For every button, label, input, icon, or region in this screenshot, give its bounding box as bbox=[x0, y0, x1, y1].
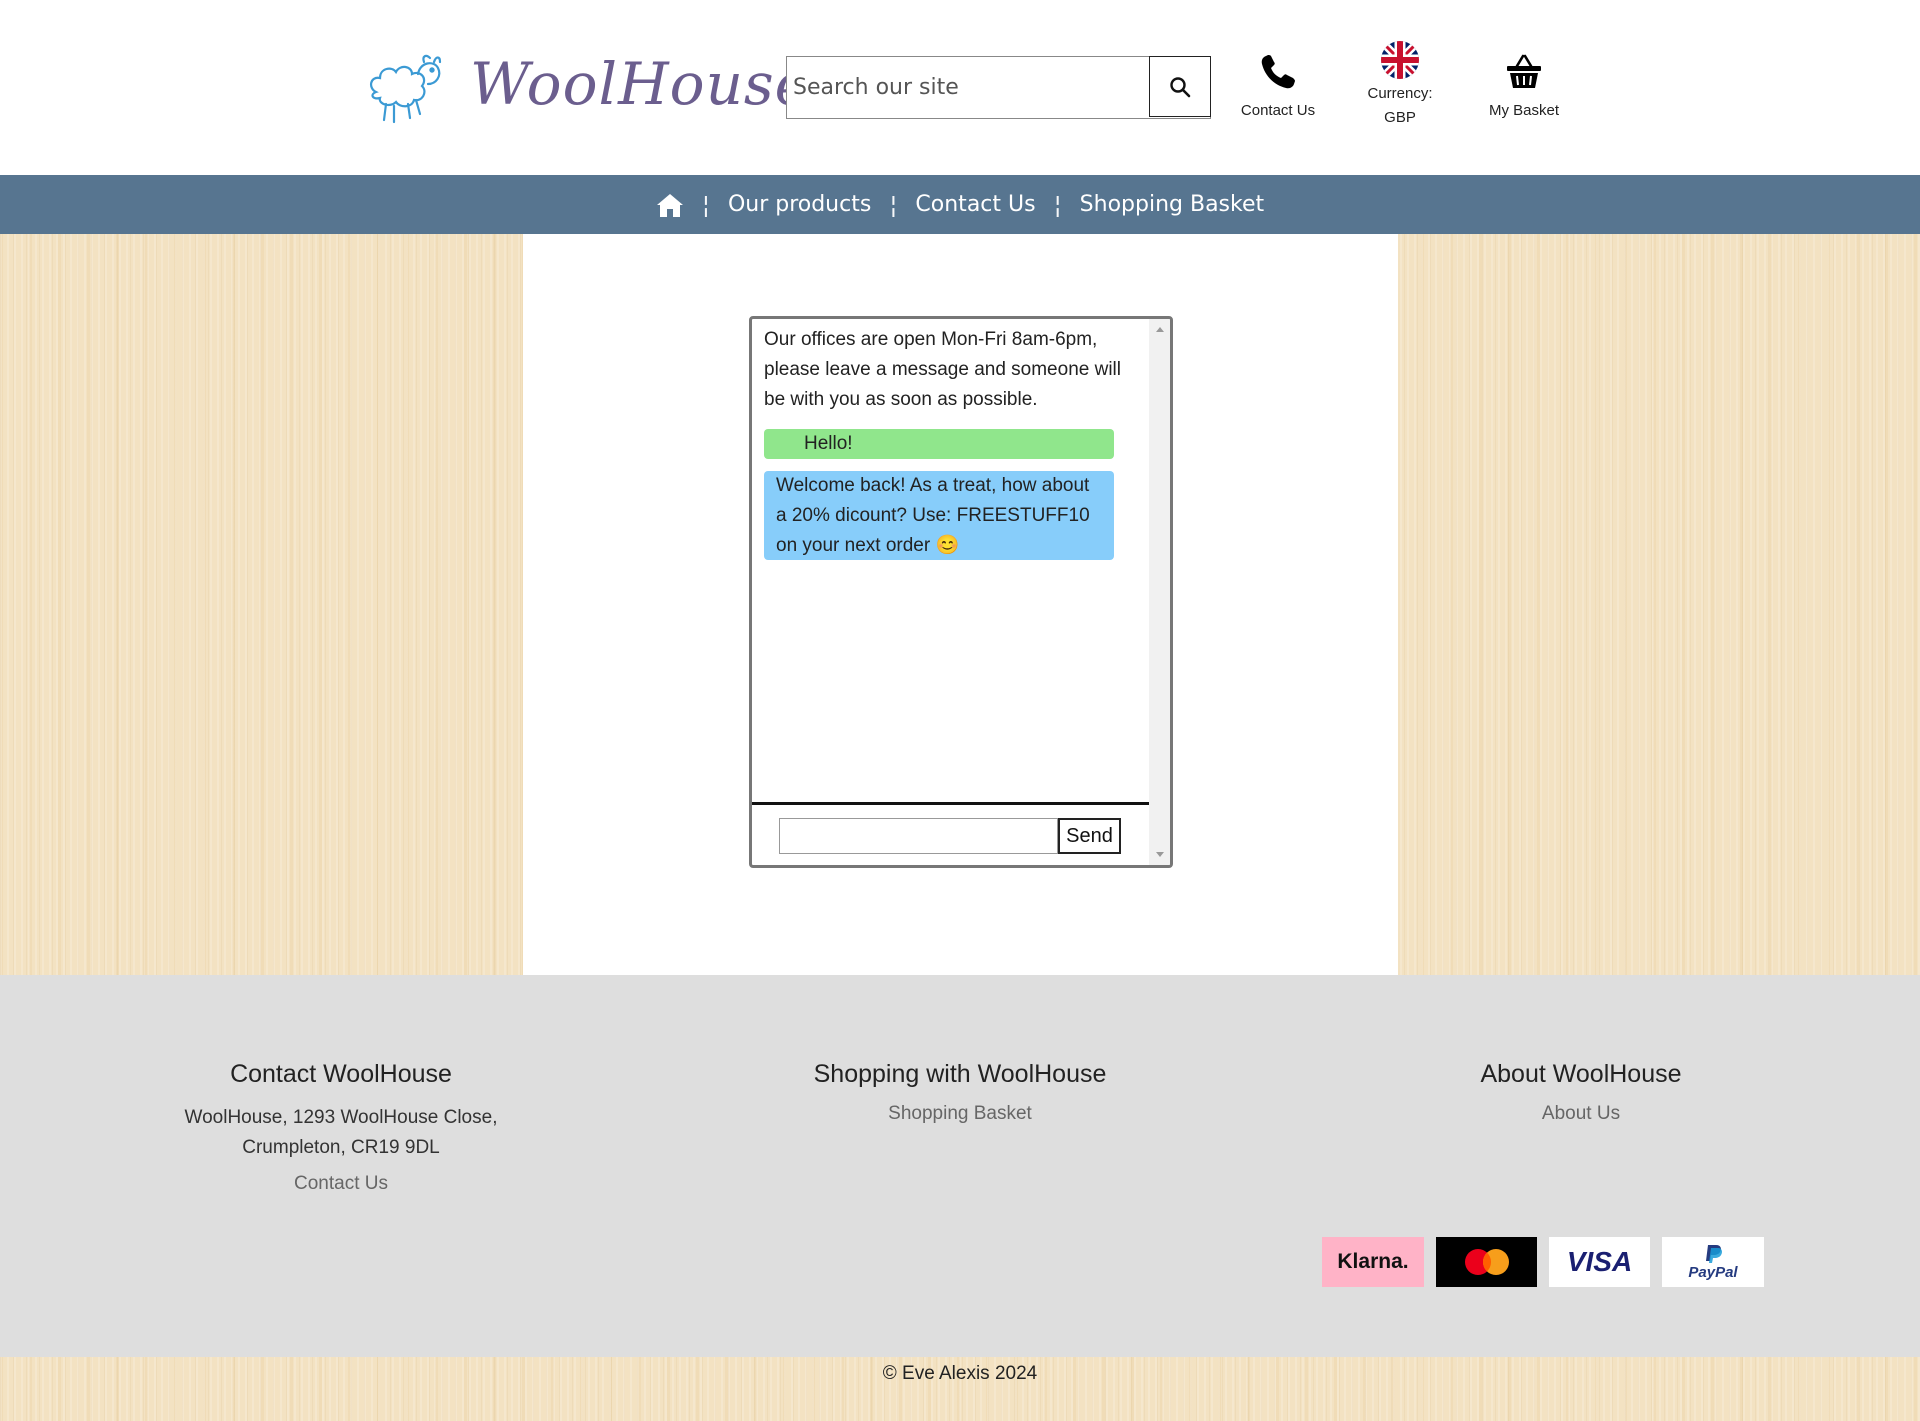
mastercard-icon bbox=[1464, 1249, 1509, 1275]
scroll-down-arrow-icon[interactable] bbox=[1156, 852, 1164, 857]
user-message: Hello! bbox=[764, 429, 1114, 459]
footer-contact-column: Contact WoolHouse WoolHouse, 1293 WoolHo… bbox=[148, 1060, 534, 1195]
paypal-logo: PayPal bbox=[1662, 1237, 1764, 1287]
footer-about-heading: About WoolHouse bbox=[1480, 1060, 1682, 1088]
footer-shopping-heading: Shopping with WoolHouse bbox=[813, 1060, 1107, 1088]
paypal-p-icon bbox=[1706, 1245, 1722, 1263]
footer-shopping-column: Shopping with WoolHouse Shopping Basket bbox=[769, 1060, 1151, 1125]
chat-log[interactable]: Our offices are open Mon-Fri 8am-6pm, pl… bbox=[752, 319, 1149, 805]
nav-contact-us[interactable]: Contact Us bbox=[915, 192, 1035, 217]
footer-basket-link[interactable]: Shopping Basket bbox=[769, 1103, 1151, 1125]
contact-label: Contact Us bbox=[1240, 102, 1316, 119]
header-contact-link[interactable]: Contact Us bbox=[1236, 52, 1320, 119]
currency-value: GBP bbox=[1384, 109, 1416, 126]
chat-divider bbox=[752, 802, 1149, 805]
basket-label: My Basket bbox=[1488, 102, 1560, 119]
home-icon bbox=[656, 193, 683, 217]
nav-home[interactable] bbox=[656, 192, 684, 218]
search-icon bbox=[1170, 76, 1191, 97]
uk-flag-icon bbox=[1381, 41, 1419, 79]
phone-icon bbox=[1261, 55, 1295, 89]
copyright-text: © Eve Alexis 2024 bbox=[882, 1363, 1038, 1384]
nav-separator: ¦ bbox=[701, 190, 710, 219]
main-nav: ¦ Our products ¦ Contact Us ¦ Shopping B… bbox=[0, 175, 1920, 234]
chat-intro-text: Our offices are open Mon-Fri 8am-6pm, pl… bbox=[764, 329, 1121, 410]
visa-logo: VISA bbox=[1549, 1237, 1650, 1287]
site-header: WoolHouse Contact Us Currency: bbox=[0, 0, 1920, 175]
nav-separator: ¦ bbox=[1053, 190, 1062, 219]
nav-shopping-basket[interactable]: Shopping Basket bbox=[1080, 192, 1264, 217]
footer-address: WoolHouse, 1293 WoolHouse Close, Crumple… bbox=[184, 1107, 498, 1158]
chat-widget: Our offices are open Mon-Fri 8am-6pm, pl… bbox=[749, 316, 1173, 868]
bot-message: Welcome back! As a treat, how about a 20… bbox=[764, 471, 1114, 560]
header-basket-link[interactable]: My Basket bbox=[1478, 52, 1570, 119]
send-button[interactable]: Send bbox=[1058, 818, 1121, 854]
search-input[interactable] bbox=[787, 57, 1149, 118]
basket-icon bbox=[1507, 54, 1541, 88]
footer-contact-link[interactable]: Contact Us bbox=[148, 1173, 534, 1195]
chat-scrollbar[interactable] bbox=[1149, 319, 1170, 865]
scroll-up-arrow-icon[interactable] bbox=[1156, 327, 1164, 332]
brand-name: WoolHouse bbox=[470, 50, 811, 118]
footer-about-column: About WoolHouse About Us bbox=[1390, 1060, 1772, 1125]
search-bar bbox=[786, 56, 1211, 119]
mastercard-logo bbox=[1436, 1237, 1537, 1287]
sheep-logo-icon bbox=[370, 54, 442, 124]
paypal-label: PayPal bbox=[1688, 1264, 1738, 1281]
footer-contact-heading: Contact WoolHouse bbox=[230, 1060, 452, 1088]
currency-label: Currency: bbox=[1367, 85, 1433, 102]
site-logo[interactable]: WoolHouse bbox=[364, 44, 809, 128]
nav-our-products[interactable]: Our products bbox=[728, 192, 871, 217]
klarna-logo: Klarna. bbox=[1322, 1237, 1424, 1287]
currency-selector[interactable]: Currency: GBP bbox=[1360, 40, 1440, 130]
search-button[interactable] bbox=[1149, 56, 1211, 117]
chat-input-row: Send bbox=[779, 818, 1121, 854]
site-footer: Contact WoolHouse WoolHouse, 1293 WoolHo… bbox=[0, 975, 1920, 1357]
chat-message-input[interactable] bbox=[779, 818, 1058, 854]
footer-about-link[interactable]: About Us bbox=[1390, 1103, 1772, 1125]
nav-separator: ¦ bbox=[889, 190, 898, 219]
